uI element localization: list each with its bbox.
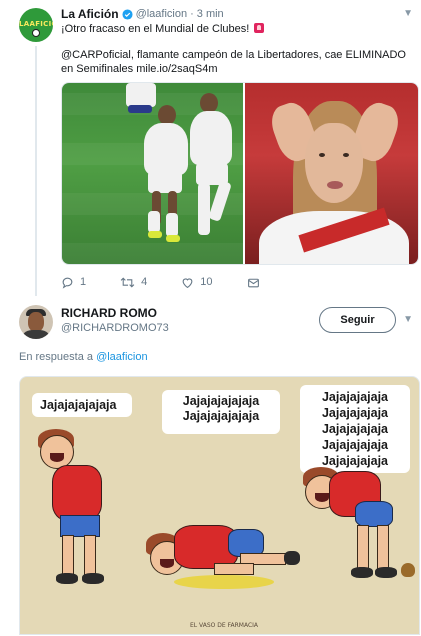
caret-down-icon[interactable]: ▼ — [403, 314, 413, 325]
tweet-text-para2: @CARPoficial, flamante campeón de la Lib… — [61, 49, 406, 75]
retweet-icon — [120, 276, 135, 288]
tweet-text: ¡Otro fracaso en el Mundial de Clubes! @… — [61, 22, 411, 88]
tweet-header: La Afición @laaficion · 3 min — [61, 6, 224, 22]
avatar-richard-romo[interactable] — [19, 305, 53, 339]
tweet-text-line1: ¡Otro fracaso en el Mundial de Clubes! — [61, 23, 250, 35]
reply-count: 1 — [80, 276, 87, 288]
speech-bubble-2: Jajajajajajaja Jajajajajajaja — [162, 390, 280, 434]
author-handle[interactable]: @RICHARDROMO73 — [61, 322, 169, 334]
bubble-2-line2: Jajajajajajaja — [182, 409, 260, 423]
like-icon — [182, 277, 193, 288]
cartoon-kid-bent-over — [295, 467, 419, 627]
avatar-logo-text: LAAFICION — [19, 20, 53, 28]
reply-prefix: En respuesta a — [19, 351, 93, 363]
thread-connector-line — [35, 46, 37, 296]
caret-down-icon[interactable]: ▼ — [403, 8, 413, 19]
author-handle[interactable]: @laaficion — [136, 8, 188, 20]
ball-icon — [32, 29, 40, 37]
avatar-la-aficion[interactable]: LAAFICION — [19, 8, 53, 42]
tweet-reply: RICHARD ROMO @RICHARDROMO73 Seguir ▼ En … — [0, 296, 421, 636]
meme-credit: EL VASO DE FARMACIA — [190, 622, 259, 629]
bubble-3-line4: Jajajajajaja — [321, 438, 389, 452]
reply-mention-link[interactable]: @laaficion — [96, 351, 148, 363]
bubble-1-text: Jajajajajajaja — [40, 398, 117, 412]
photo-players-celebrating[interactable] — [62, 83, 243, 264]
bubble-3-line3: Jajajajajaja — [321, 422, 389, 436]
tweet-media-photos[interactable] — [61, 82, 419, 265]
reply-context: En respuesta a @laaficion — [19, 351, 148, 363]
reply-icon — [62, 277, 73, 289]
speech-bubble-1: Jajajajajajaja — [32, 393, 132, 417]
siren-emoji — [254, 23, 265, 33]
tweet-actions: 1 4 10 — [61, 274, 300, 290]
like-button[interactable]: 10 — [181, 276, 213, 289]
separator-dot: · — [190, 8, 194, 20]
share-icon — [247, 278, 259, 287]
photo-fan-reaction[interactable] — [243, 83, 418, 264]
bubble-2-line1: Jajajajajajaja — [182, 394, 260, 408]
retweet-count: 4 — [141, 276, 148, 288]
speech-bubble-3: Jajajajajaja Jajajajajaja Jajajajajaja J… — [300, 385, 410, 473]
follow-button[interactable]: Seguir — [319, 307, 396, 333]
share-button[interactable] — [247, 276, 266, 289]
author-name[interactable]: RICHARD ROMO — [61, 306, 157, 320]
like-count: 10 — [200, 276, 213, 288]
cartoon-kid-laughing — [34, 425, 134, 625]
author-name[interactable]: La Afición — [61, 7, 119, 21]
tweet-media-meme[interactable]: Jajajajajajaja Jajajajajajaja Jajajajaja… — [19, 376, 420, 635]
tweet-original: LAAFICION La Afición @laaficion · 3 min … — [0, 0, 421, 296]
bubble-3-line2: Jajajajajaja — [321, 406, 389, 420]
verified-icon — [122, 8, 133, 20]
reply-button[interactable]: 1 — [61, 276, 86, 289]
retweet-button[interactable]: 4 — [120, 276, 147, 289]
tweet-timestamp[interactable]: 3 min — [197, 8, 224, 20]
bubble-3-line1: Jajajajajaja — [321, 390, 389, 404]
